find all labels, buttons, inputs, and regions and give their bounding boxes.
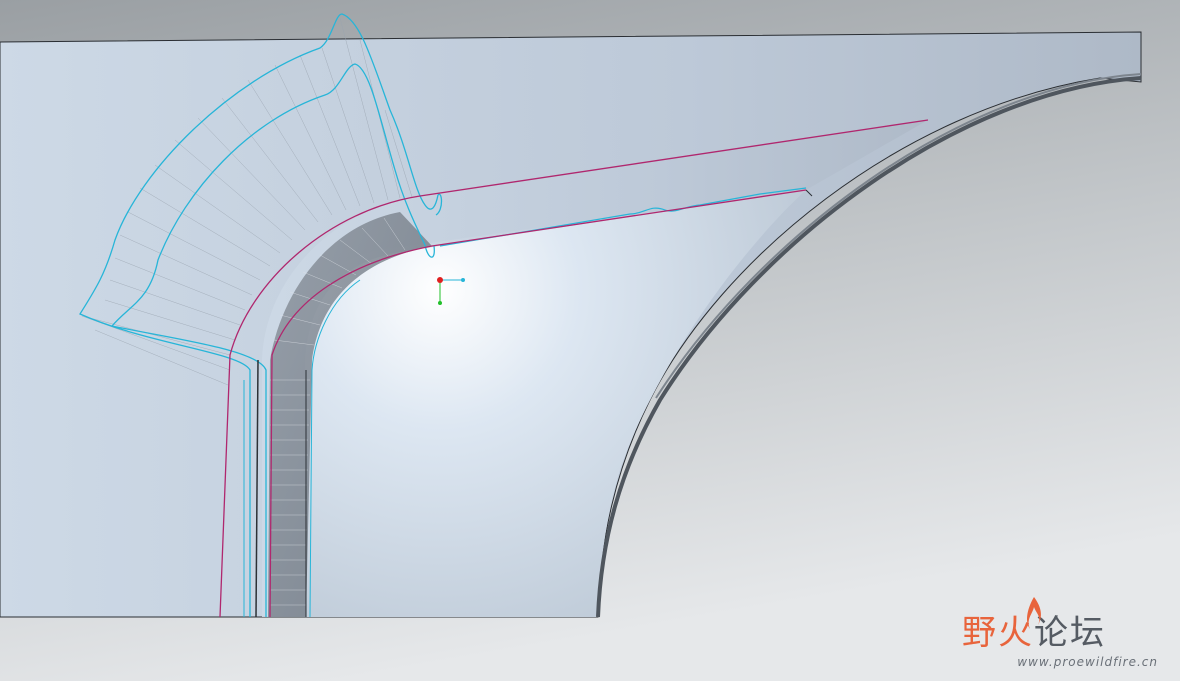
watermark: 野火论坛 www.proewildfire.cn <box>962 597 1162 671</box>
cad-viewport[interactable] <box>0 0 1180 681</box>
flame-icon <box>1027 597 1041 629</box>
watermark-url: www.proewildfire.cn <box>1017 655 1158 669</box>
